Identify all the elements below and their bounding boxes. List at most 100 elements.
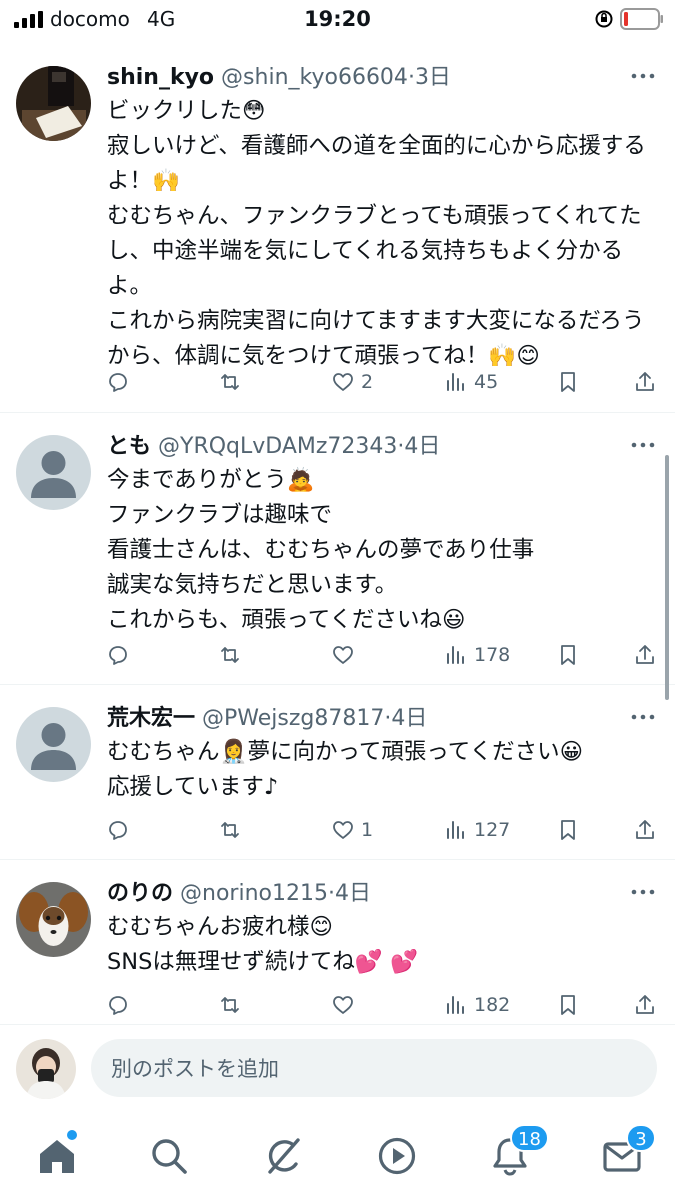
views-button[interactable]: 127 — [444, 815, 510, 845]
reply-button[interactable] — [106, 815, 136, 845]
post-actions: 182 — [0, 990, 675, 1020]
avatar[interactable] — [16, 882, 91, 957]
more-options-icon[interactable] — [629, 882, 657, 902]
more-options-icon[interactable] — [629, 435, 657, 455]
tab-notifications[interactable]: 18 — [488, 1124, 549, 1178]
analytics-icon — [447, 646, 464, 664]
add-post-input[interactable]: 別のポストを追加 — [91, 1039, 657, 1097]
tab-messages[interactable]: 3 — [600, 1124, 656, 1178]
reply-button[interactable] — [106, 990, 136, 1020]
repost-button[interactable] — [218, 640, 248, 670]
grok-icon — [268, 1138, 300, 1174]
view-count: 45 — [474, 371, 499, 393]
like-button[interactable]: 2 — [331, 367, 373, 397]
scrollbar[interactable] — [665, 455, 669, 700]
messages-badge: 3 — [626, 1124, 656, 1152]
post-text: ビックリした😳 寂しいけど、看護師への道を全面的に心から応援するよ！🙌 むむちゃ… — [107, 98, 646, 369]
post-header: のりの @norino1215·4日 — [107, 881, 371, 906]
default-profile-icon — [16, 435, 91, 510]
analytics-icon — [447, 373, 464, 391]
bookmark-icon — [561, 372, 575, 392]
reply-post[interactable]: shin_kyo @shin_kyo66604·3日 ビックリした😳 寂しいけど… — [0, 44, 675, 413]
reply-button[interactable] — [106, 640, 136, 670]
share-button[interactable] — [633, 990, 657, 1020]
reply-button[interactable] — [106, 367, 136, 397]
tab-grok[interactable] — [262, 1134, 306, 1178]
orientation-lock-icon — [595, 10, 613, 28]
tab-home[interactable] — [35, 1130, 79, 1178]
heart-icon — [333, 821, 353, 839]
bookmark-button[interactable] — [556, 990, 580, 1020]
video-icon — [378, 1137, 416, 1175]
like-button[interactable]: 1 — [331, 815, 373, 845]
analytics-icon — [447, 821, 464, 839]
clock: 19:20 — [304, 7, 371, 31]
like-button[interactable] — [331, 640, 361, 670]
reply-post[interactable]: のりの @norino1215·4日 むむちゃんお疲れ様😊 SNSは無理せず続け… — [0, 860, 675, 1024]
bookmark-button[interactable] — [556, 367, 580, 397]
display-name[interactable]: 荒木宏一 — [107, 706, 195, 731]
status-bar: docomo 4G 19:20 — [0, 0, 675, 40]
heart-icon — [333, 996, 353, 1014]
notifications-badge: 18 — [510, 1124, 549, 1152]
reply-icon — [109, 373, 127, 392]
handle[interactable]: @PWejszg87817 — [202, 706, 384, 731]
tab-video[interactable] — [375, 1134, 419, 1178]
reply-post[interactable]: 荒木宏一 @PWejszg87817·4日 むむちゃん👩‍⚕️夢に向かって頑張っ… — [0, 685, 675, 860]
post-time[interactable]: 3日 — [415, 65, 451, 90]
default-profile-icon — [16, 707, 91, 782]
repost-button[interactable] — [218, 990, 248, 1020]
analytics-icon — [447, 996, 464, 1014]
display-name[interactable]: のりの — [107, 881, 173, 906]
reply-post[interactable]: とも @YRQqLvDAMz72343·4日 今までありがとう🙇 ファンクラブは… — [0, 413, 675, 685]
add-post-placeholder: 別のポストを追加 — [111, 1057, 279, 1081]
display-name[interactable]: shin_kyo — [107, 65, 214, 90]
handle[interactable]: @YRQqLvDAMz72343 — [158, 434, 397, 459]
repost-button[interactable] — [218, 367, 248, 397]
share-button[interactable] — [633, 815, 657, 845]
reply-feed[interactable]: shin_kyo @shin_kyo66604·3日 ビックリした😳 寂しいけど… — [0, 44, 675, 1024]
repost-icon — [221, 997, 239, 1013]
post-actions: 1 127 — [0, 815, 675, 845]
bookmark-button[interactable] — [556, 815, 580, 845]
post-header: とも @YRQqLvDAMz72343·4日 — [107, 434, 441, 459]
share-icon — [636, 820, 654, 839]
home-new-dot — [67, 1130, 77, 1140]
avatar[interactable] — [16, 435, 91, 510]
my-avatar[interactable] — [16, 1039, 76, 1099]
heart-icon — [333, 373, 353, 391]
post-text: むむちゃん👩‍⚕️夢に向かって頑張ってください😀 応援しています♪ — [107, 739, 584, 800]
share-icon — [636, 372, 654, 391]
post-actions: 2 45 — [0, 367, 675, 397]
handle[interactable]: @shin_kyo66604 — [221, 65, 408, 90]
search-icon — [152, 1139, 187, 1174]
repost-icon — [221, 647, 239, 663]
avatar[interactable] — [16, 707, 91, 782]
reply-icon — [109, 996, 127, 1015]
post-time[interactable]: 4日 — [335, 881, 371, 906]
avatar[interactable] — [16, 66, 91, 141]
post-text: むむちゃんお疲れ様😊 SNSは無理せず続けてね💕 💕 — [107, 914, 419, 975]
tab-search[interactable] — [147, 1134, 191, 1178]
share-button[interactable] — [633, 640, 657, 670]
share-icon — [636, 995, 654, 1014]
battery-icon — [620, 8, 663, 30]
handle[interactable]: @norino1215 — [180, 881, 328, 906]
post-header: 荒木宏一 @PWejszg87817·4日 — [107, 706, 428, 731]
heart-icon — [333, 646, 353, 664]
post-time[interactable]: 4日 — [391, 706, 427, 731]
more-options-icon[interactable] — [629, 707, 657, 727]
post-actions: 178 — [0, 640, 675, 670]
repost-button[interactable] — [218, 815, 248, 845]
like-button[interactable] — [331, 990, 361, 1020]
like-count: 1 — [361, 819, 374, 841]
bookmark-icon — [561, 820, 575, 840]
views-button[interactable]: 182 — [444, 990, 510, 1020]
post-time[interactable]: 4日 — [404, 434, 440, 459]
more-options-icon[interactable] — [629, 66, 657, 86]
views-button[interactable]: 45 — [444, 367, 498, 397]
share-button[interactable] — [633, 367, 657, 397]
display-name[interactable]: とも — [107, 434, 151, 459]
bookmark-button[interactable] — [556, 640, 580, 670]
views-button[interactable]: 178 — [444, 640, 510, 670]
